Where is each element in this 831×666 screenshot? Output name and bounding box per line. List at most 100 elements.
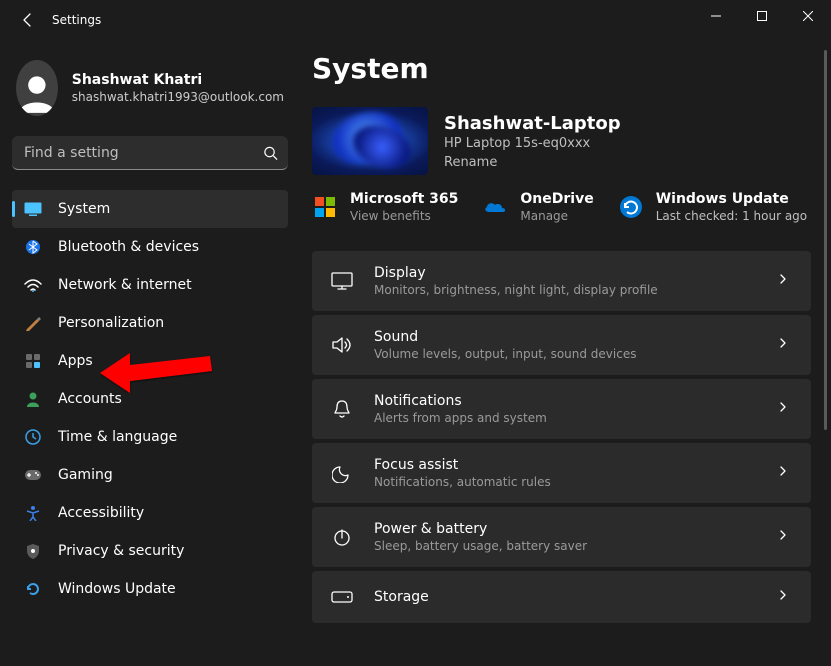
sidebar-item-label: Gaming <box>58 467 113 483</box>
sidebar-item-privacy[interactable]: Privacy & security <box>12 532 288 570</box>
card-subtitle: Notifications, automatic rules <box>374 475 777 489</box>
gaming-icon <box>24 466 42 484</box>
quick-sub[interactable]: View benefits <box>350 209 458 223</box>
card-title: Focus assist <box>374 457 777 473</box>
chevron-right-icon <box>777 273 793 289</box>
sidebar-item-label: Personalization <box>58 315 164 331</box>
sidebar-item-network[interactable]: Network & internet <box>12 266 288 304</box>
minimize-icon <box>711 11 721 21</box>
system-icon <box>24 200 42 218</box>
winupdate-icon <box>618 194 644 220</box>
quick-links-row: Microsoft 365 View benefits OneDrive Manage… <box>312 191 811 223</box>
search-input[interactable] <box>12 136 288 170</box>
sidebar-item-accounts[interactable]: Accounts <box>12 380 288 418</box>
card-title: Sound <box>374 329 777 345</box>
profile-section[interactable]: Shashwat Khatri shashwat.khatri1993@outl… <box>12 52 288 136</box>
sidebar-item-bluetooth[interactable]: Bluetooth & devices <box>12 228 288 266</box>
focus-icon <box>330 461 354 485</box>
personalization-icon <box>24 314 42 332</box>
sidebar-item-apps[interactable]: Apps <box>12 342 288 380</box>
quick-sub[interactable]: Manage <box>520 209 593 223</box>
scrollbar[interactable] <box>824 50 827 430</box>
device-name: Shashwat-Laptop <box>444 113 621 134</box>
time-icon <box>24 428 42 446</box>
sidebar-item-accessibility[interactable]: Accessibility <box>12 494 288 532</box>
page-title: System <box>312 52 811 85</box>
sidebar-item-label: Privacy & security <box>58 543 184 559</box>
accounts-icon <box>24 390 42 408</box>
privacy-icon <box>24 542 42 560</box>
chevron-right-icon <box>777 465 793 481</box>
main-content: System Shashwat-Laptop HP Laptop 15s-eq0… <box>300 40 831 666</box>
chevron-right-icon <box>777 529 793 545</box>
quick-title: Microsoft 365 <box>350 191 458 207</box>
window-controls <box>693 0 831 32</box>
quick-link-onedrive[interactable]: OneDrive Manage <box>482 191 593 223</box>
onedrive-icon <box>482 194 508 220</box>
window-title: Settings <box>52 13 101 27</box>
device-wallpaper-thumb[interactable] <box>312 107 428 175</box>
minimize-button[interactable] <box>693 0 739 32</box>
sidebar-item-label: Time & language <box>58 429 177 445</box>
power-icon <box>330 525 354 549</box>
accessibility-icon <box>24 504 42 522</box>
storage-icon <box>330 585 354 609</box>
chevron-right-icon <box>777 401 793 417</box>
card-subtitle: Sleep, battery usage, battery saver <box>374 539 777 553</box>
maximize-button[interactable] <box>739 0 785 32</box>
setting-card-power[interactable]: Power & battery Sleep, battery usage, bat… <box>312 507 811 567</box>
chevron-right-icon <box>777 589 793 605</box>
arrow-left-icon <box>20 12 36 28</box>
device-model: HP Laptop 15s-eq0xxx <box>444 136 621 151</box>
quick-link-winupdate[interactable]: Windows Update Last checked: 1 hour ago <box>618 191 807 223</box>
quick-sub: Last checked: 1 hour ago <box>656 209 807 223</box>
setting-card-storage[interactable]: Storage <box>312 571 811 623</box>
sidebar-item-label: Windows Update <box>58 581 176 597</box>
close-button[interactable] <box>785 0 831 32</box>
card-subtitle: Volume levels, output, input, sound devi… <box>374 347 777 361</box>
m365-icon <box>312 194 338 220</box>
profile-email: shashwat.khatri1993@outlook.com <box>72 90 284 104</box>
setting-card-focus[interactable]: Focus assist Notifications, automatic rul… <box>312 443 811 503</box>
sidebar-item-label: Bluetooth & devices <box>58 239 199 255</box>
sidebar-item-personalization[interactable]: Personalization <box>12 304 288 342</box>
quick-title: OneDrive <box>520 191 593 207</box>
chevron-right-icon <box>777 337 793 353</box>
card-title: Display <box>374 265 777 281</box>
update-icon <box>24 580 42 598</box>
maximize-icon <box>757 11 767 21</box>
search-box[interactable] <box>12 136 288 170</box>
notifications-icon <box>330 397 354 421</box>
card-title: Power & battery <box>374 521 777 537</box>
sidebar: Shashwat Khatri shashwat.khatri1993@outl… <box>0 40 300 666</box>
setting-card-notifications[interactable]: Notifications Alerts from apps and system <box>312 379 811 439</box>
card-title: Notifications <box>374 393 777 409</box>
network-icon <box>24 276 42 294</box>
sidebar-item-label: Apps <box>58 353 93 369</box>
device-header: Shashwat-Laptop HP Laptop 15s-eq0xxx Ren… <box>312 107 811 175</box>
sidebar-item-system[interactable]: System <box>12 190 288 228</box>
sidebar-item-label: Network & internet <box>58 277 192 293</box>
rename-link[interactable]: Rename <box>444 155 621 170</box>
sidebar-item-label: Accessibility <box>58 505 144 521</box>
nav-list: System Bluetooth & devices Network & inter… <box>12 190 288 608</box>
quick-link-m365[interactable]: Microsoft 365 View benefits <box>312 191 458 223</box>
sidebar-item-time[interactable]: Time & language <box>12 418 288 456</box>
titlebar: Settings <box>0 0 831 40</box>
quick-title: Windows Update <box>656 191 807 207</box>
setting-card-sound[interactable]: Sound Volume levels, output, input, sound… <box>312 315 811 375</box>
card-title: Storage <box>374 589 777 605</box>
back-button[interactable] <box>18 10 38 30</box>
card-subtitle: Alerts from apps and system <box>374 411 777 425</box>
setting-card-display[interactable]: Display Monitors, brightness, night light… <box>312 251 811 311</box>
sidebar-item-update[interactable]: Windows Update <box>12 570 288 608</box>
apps-icon <box>24 352 42 370</box>
avatar <box>16 60 58 116</box>
card-subtitle: Monitors, brightness, night light, displ… <box>374 283 777 297</box>
sidebar-item-gaming[interactable]: Gaming <box>12 456 288 494</box>
sidebar-item-label: System <box>58 201 110 217</box>
settings-card-list: Display Monitors, brightness, night light… <box>312 251 811 623</box>
sidebar-item-label: Accounts <box>58 391 122 407</box>
profile-name: Shashwat Khatri <box>72 72 284 88</box>
close-icon <box>803 11 813 21</box>
